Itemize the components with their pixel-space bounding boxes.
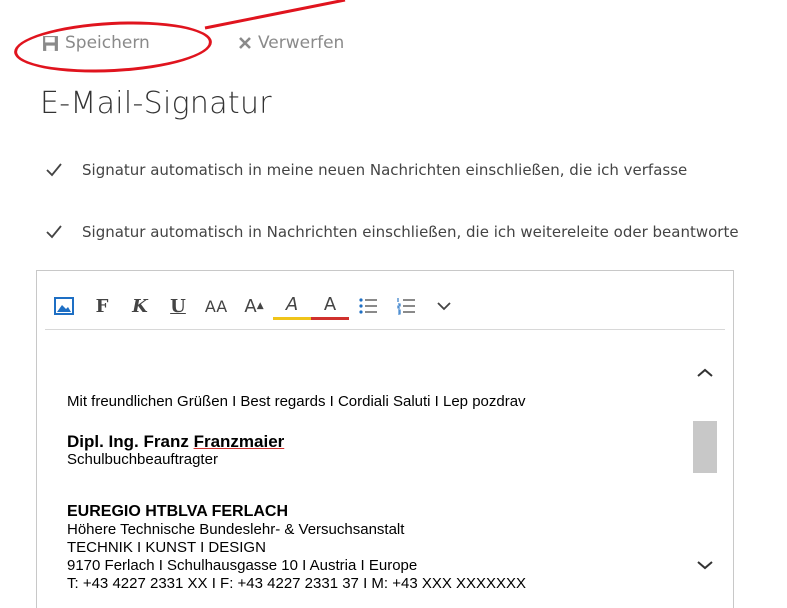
- highlight-icon[interactable]: A: [273, 293, 311, 320]
- italic-icon[interactable]: K: [121, 288, 159, 324]
- signature-name: Dipl. Ing. Franz Franzmaier: [67, 432, 285, 451]
- numbering-icon[interactable]: [387, 288, 425, 324]
- save-label: Speichern: [65, 33, 150, 53]
- organization: EUREGIO HTBLVA FERLACH: [67, 503, 289, 520]
- option-label: Signatur automatisch in meine neuen Nach…: [82, 161, 688, 179]
- option-label: Signatur automatisch in Nachrichten eins…: [82, 223, 739, 241]
- option-auto-reply: Signatur automatisch in Nachrichten eins…: [44, 222, 739, 242]
- scrollbar-thumb[interactable]: [693, 421, 717, 473]
- font-color-icon[interactable]: A: [311, 293, 349, 320]
- save-button[interactable]: Speichern: [42, 33, 150, 53]
- checkbox-auto-new[interactable]: [44, 160, 64, 180]
- grow-font-icon[interactable]: A ▲: [235, 288, 273, 324]
- greeting: Mit freundlichen Grüßen I Best regards I…: [67, 393, 526, 410]
- underline-icon[interactable]: U: [159, 288, 197, 324]
- chevron-down-icon[interactable]: [425, 288, 463, 324]
- picture-icon[interactable]: [45, 288, 83, 324]
- close-icon: [238, 36, 252, 50]
- signature-content[interactable]: Mit freundlichen Grüßen I Best regards I…: [67, 393, 677, 593]
- address: 9170 Ferlach I Schulhausgasse 10 I Austr…: [67, 557, 418, 574]
- discard-label: Verwerfen: [258, 33, 345, 53]
- organization-sub: Höhere Technische Bundeslehr- & Versuchs…: [67, 521, 405, 538]
- discard-button[interactable]: Verwerfen: [238, 33, 344, 53]
- contact-line: T: +43 4227 2331 XX I F: +43 4227 2331 3…: [67, 575, 527, 592]
- formatting-toolbar: F K U AA A ▲ A A: [45, 283, 725, 330]
- tagline: TECHNIK I KUNST I DESIGN: [67, 539, 266, 556]
- bullets-icon[interactable]: [349, 288, 387, 324]
- font-size-icon[interactable]: AA: [197, 288, 235, 324]
- scroll-down-button[interactable]: [691, 551, 719, 579]
- scroll-up-button[interactable]: [691, 359, 719, 387]
- signature-role: Schulbuchbeauftragter: [67, 451, 218, 468]
- save-icon: [42, 35, 59, 52]
- page-title: E-Mail-Signatur: [40, 86, 272, 121]
- option-auto-new: Signatur automatisch in meine neuen Nach…: [44, 160, 687, 180]
- bold-icon[interactable]: F: [83, 288, 121, 324]
- checkbox-auto-reply[interactable]: [44, 222, 64, 242]
- signature-editor: F K U AA A ▲ A A Mit freundlichen Grüßen …: [36, 270, 734, 608]
